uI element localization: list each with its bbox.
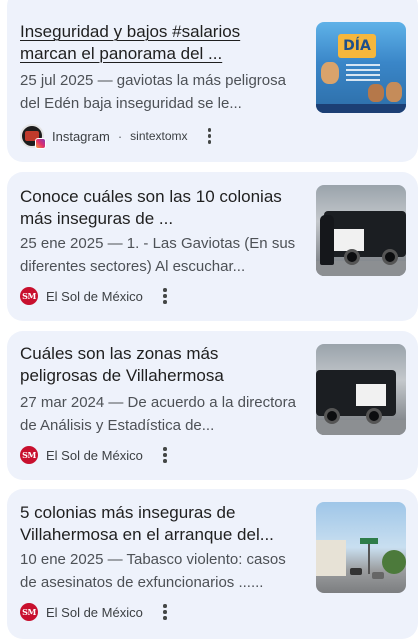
el-sol-de-mexico-icon: SM xyxy=(20,603,38,621)
more-options-icon[interactable] xyxy=(155,444,175,466)
result-source[interactable]: SM El Sol de México xyxy=(20,600,175,624)
result-thumbnail[interactable] xyxy=(316,344,406,435)
more-options-icon[interactable] xyxy=(155,601,175,623)
more-options-icon[interactable] xyxy=(200,125,220,147)
source-handle: sintextomx xyxy=(130,129,188,143)
instagram-badge-icon xyxy=(35,138,46,149)
result-snippet: 25 jul 2025 — gaviotas la más peligrosa … xyxy=(20,72,286,112)
el-sol-de-mexico-icon: SM xyxy=(20,287,38,305)
result-title-link[interactable]: Conoce cuáles son las 10 colonias más in… xyxy=(20,186,292,230)
instagram-profile-icon xyxy=(20,124,46,149)
result-card[interactable]: Conoce cuáles son las 10 colonias más in… xyxy=(7,172,418,321)
result-card[interactable]: Inseguridad y bajos #salarios marcan el … xyxy=(7,0,418,162)
result-title-link[interactable]: Cuáles son las zonas más peligrosas de V… xyxy=(20,343,292,387)
thumbnail-logo-text: DÍA xyxy=(338,34,376,58)
source-name: El Sol de México xyxy=(46,288,143,304)
result-source[interactable]: SM El Sol de México xyxy=(20,284,175,308)
news-results-feed: Inseguridad y bajos #salarios marcan el … xyxy=(0,0,420,639)
result-snippet: 25 ene 2025 — 1. - Las Gaviotas (En sus … xyxy=(20,235,296,275)
result-thumbnail[interactable]: DÍA xyxy=(316,22,406,113)
result-card[interactable]: 5 colonias más inseguras de Villahermosa… xyxy=(7,489,418,639)
more-options-icon[interactable] xyxy=(155,285,175,307)
result-card[interactable]: Cuáles son las zonas más peligrosas de V… xyxy=(7,331,418,480)
result-thumbnail[interactable] xyxy=(316,185,406,276)
result-source[interactable]: Instagram · sintextomx xyxy=(20,124,220,149)
result-source[interactable]: SM El Sol de México xyxy=(20,443,175,467)
el-sol-de-mexico-icon: SM xyxy=(20,446,38,464)
result-title-link[interactable]: 5 colonias más inseguras de Villahermosa… xyxy=(20,502,292,546)
source-name: Instagram xyxy=(52,128,110,144)
result-thumbnail[interactable] xyxy=(316,502,406,593)
result-snippet: 27 mar 2024 — De acuerdo a la directora … xyxy=(20,394,296,434)
result-snippet: 10 ene 2025 — Tabasco violento: casos de… xyxy=(20,551,286,591)
source-name: El Sol de México xyxy=(46,447,143,463)
source-name: El Sol de México xyxy=(46,604,143,620)
result-title-link[interactable]: Inseguridad y bajos #salarios marcan el … xyxy=(20,21,292,65)
source-separator: · xyxy=(117,128,123,144)
